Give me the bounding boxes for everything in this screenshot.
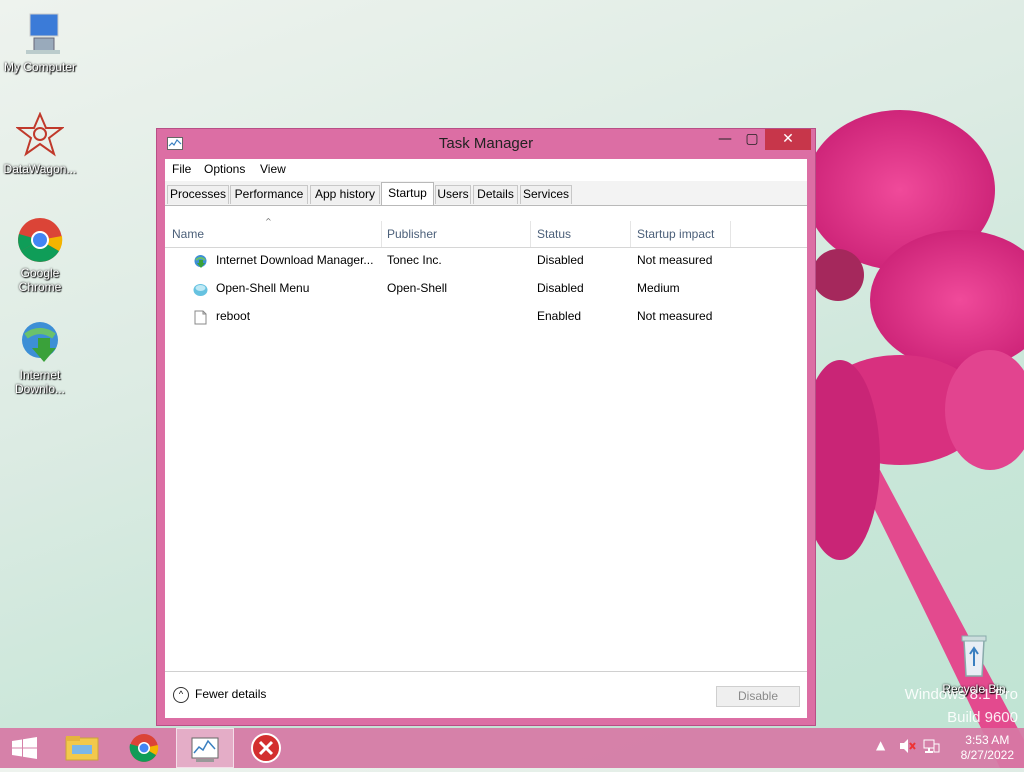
row-name: Open-Shell Menu: [216, 281, 310, 295]
menu-file[interactable]: File: [172, 162, 191, 176]
idm-icon: [16, 318, 64, 366]
taskbar: ▲ 3:53 AM 8/27/2022: [0, 728, 1024, 768]
row-startup-impact: Not measured: [637, 309, 713, 323]
table-row[interactable]: reboot Enabled Not measured: [165, 303, 807, 331]
clock-date: 8/27/2022: [960, 748, 1014, 762]
title-bar[interactable]: Task Manager — ▢ ✕: [157, 129, 815, 159]
row-publisher: Open-Shell: [387, 281, 448, 295]
footer-divider: [165, 671, 807, 672]
column-header-name[interactable]: Name: [172, 227, 204, 245]
start-icon: [12, 737, 37, 759]
show-hidden-icons-icon[interactable]: ▲: [876, 738, 885, 752]
row-startup-impact: Not measured: [637, 253, 713, 267]
taskbar-chrome[interactable]: [116, 728, 172, 768]
desktop-icon-datawagon[interactable]: DataWagon...: [0, 111, 80, 176]
desktop-icon-internet-download-manager[interactable]: Internet Downlo...: [0, 318, 80, 396]
column-divider[interactable]: [730, 221, 731, 247]
column-divider[interactable]: [381, 221, 382, 247]
datawagon-icon: [15, 111, 65, 160]
row-name: Internet Download Manager...: [216, 253, 374, 267]
taskbar-task-manager[interactable]: [176, 728, 234, 768]
close-red-icon: [251, 733, 281, 763]
maximize-button[interactable]: ▢: [739, 129, 765, 150]
row-status: Enabled: [537, 309, 582, 323]
row-status: Disabled: [537, 253, 584, 267]
fewer-details-label: Fewer details: [195, 687, 267, 702]
minimize-button[interactable]: —: [712, 129, 738, 150]
menu-view[interactable]: View: [260, 162, 286, 176]
tab-strip: Processes Performance App history Startu…: [165, 181, 807, 206]
sort-ascending-icon: ^: [265, 217, 272, 226]
start-button[interactable]: [0, 728, 56, 768]
volume-muted-icon[interactable]: [898, 737, 916, 758]
menu-bar: File Options View: [165, 159, 807, 179]
taskbar-error-app[interactable]: [238, 728, 294, 768]
idm-icon: [193, 254, 208, 269]
tab-details[interactable]: Details: [473, 185, 518, 204]
row-publisher: Tonec Inc.: [387, 253, 442, 267]
system-clock[interactable]: 3:53 AM 8/27/2022: [961, 733, 1014, 763]
taskbar-file-explorer[interactable]: [54, 728, 110, 768]
file-icon: [193, 310, 208, 325]
desktop-icon-google-chrome[interactable]: Google Chrome: [0, 216, 80, 294]
tab-startup[interactable]: Startup: [381, 182, 434, 205]
window-client-area: File Options View Processes Performance …: [165, 159, 807, 718]
column-divider[interactable]: [630, 221, 631, 247]
row-status: Disabled: [537, 281, 584, 295]
fewer-details-link[interactable]: ^ Fewer details: [173, 687, 266, 703]
chrome-icon: [16, 216, 64, 264]
desktop-icon-label: Google Chrome: [18, 266, 62, 294]
network-icon[interactable]: [922, 737, 940, 758]
close-button[interactable]: ✕: [765, 129, 811, 150]
column-header-status[interactable]: Status: [537, 227, 571, 245]
table-row[interactable]: Internet Download Manager... Tonec Inc. …: [165, 247, 807, 275]
file-explorer-icon: [65, 736, 99, 761]
clock-time: 3:53 AM: [965, 733, 1010, 747]
os-watermark-line2: Build 9600: [947, 709, 1018, 726]
tab-services[interactable]: Services: [520, 185, 572, 204]
row-startup-impact: Medium: [637, 281, 680, 295]
desktop-icon-my-computer[interactable]: My Computer: [0, 10, 80, 74]
task-manager-icon: [191, 737, 219, 762]
desktop-icon-label: Internet Downlo...: [14, 368, 66, 396]
os-watermark-line1: Windows 8.1 Pro: [904, 686, 1018, 703]
desktop-icon-label: DataWagon...: [3, 162, 77, 176]
open-shell-icon: [193, 282, 208, 297]
row-name: reboot: [216, 309, 251, 323]
table-row[interactable]: Open-Shell Menu Open-Shell Disabled Medi…: [165, 275, 807, 303]
chevron-up-icon: ^: [173, 687, 189, 703]
tab-users[interactable]: Users: [435, 185, 471, 204]
tab-performance[interactable]: Performance: [230, 185, 308, 204]
disable-button[interactable]: Disable: [716, 686, 800, 707]
column-header-startup-impact[interactable]: Startup impact: [637, 227, 714, 245]
column-header-publisher[interactable]: Publisher: [387, 227, 437, 245]
column-divider[interactable]: [530, 221, 531, 247]
task-manager-window: Task Manager — ▢ ✕ File Options View Pro…: [156, 128, 816, 726]
menu-options[interactable]: Options: [204, 162, 245, 176]
recycle-bin-icon: [950, 632, 998, 680]
computer-icon: [16, 10, 64, 58]
desktop-icon-label: My Computer: [3, 60, 77, 74]
tab-app-history[interactable]: App history: [310, 185, 380, 204]
chrome-icon: [129, 734, 159, 762]
tab-processes[interactable]: Processes: [167, 185, 229, 204]
